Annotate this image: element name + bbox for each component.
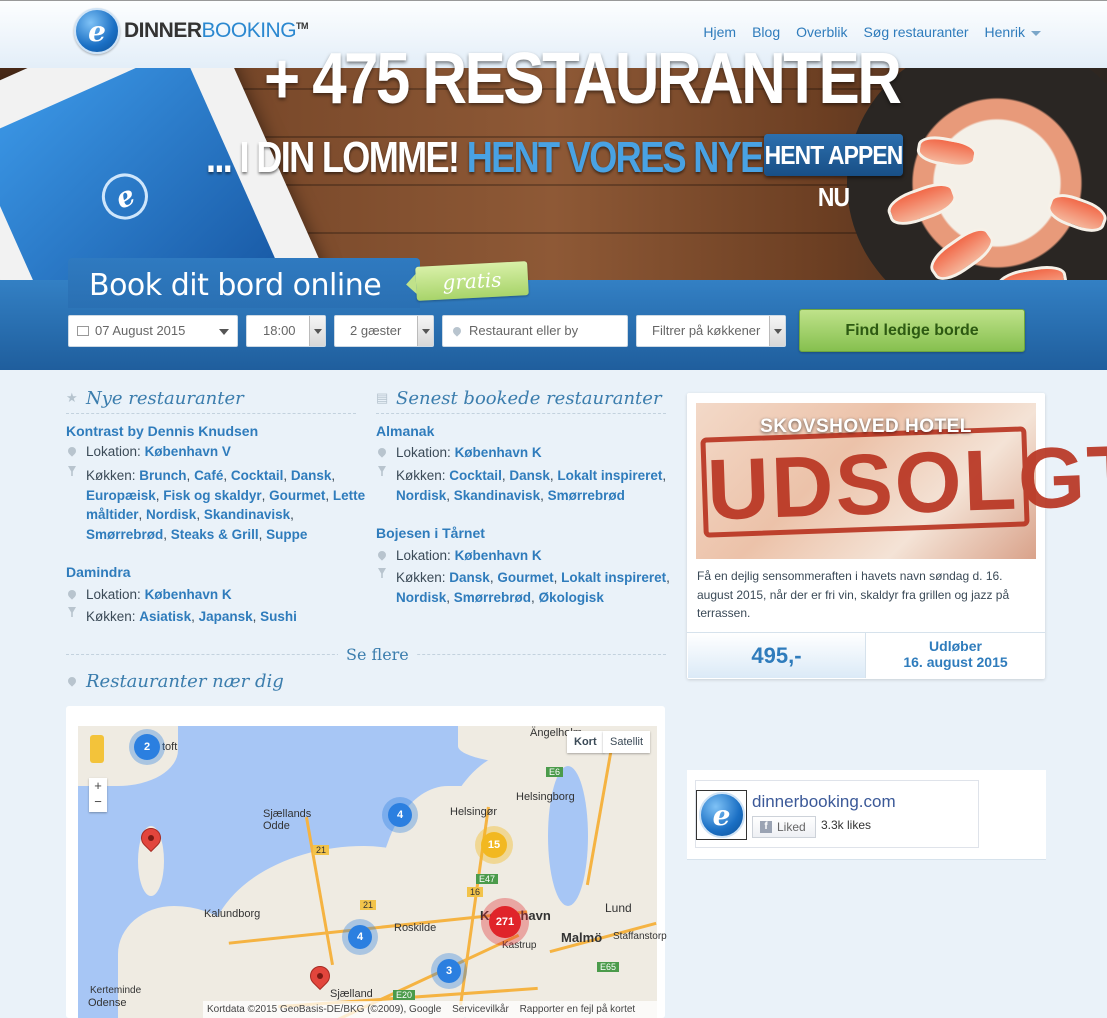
cocktail-glass-icon — [378, 568, 386, 578]
map-type-satellite-button[interactable]: Satellit — [603, 731, 651, 753]
location-pin-icon — [376, 446, 388, 458]
location-link[interactable]: København K — [145, 587, 232, 602]
map-cluster[interactable]: 3 — [437, 959, 461, 983]
map-cluster[interactable]: 15 — [481, 832, 507, 858]
chevron-down-icon — [1031, 30, 1041, 36]
street-view-pegman-icon[interactable] — [90, 735, 104, 763]
logo-icon: e — [698, 792, 745, 838]
location-link[interactable]: København V — [145, 444, 231, 459]
offer-description: Få en dejlig sensommeraften i havets nav… — [697, 569, 1010, 620]
map-cluster[interactable]: 271 — [489, 906, 521, 938]
restaurant-kitchens: Køkken: Cocktail, Dansk, Lokalt inspirer… — [396, 468, 667, 503]
dropdown-arrow-icon — [769, 316, 785, 346]
location-pin-icon — [376, 549, 388, 561]
restaurant-kitchens: Køkken: Dansk, Gourmet, Lokalt inspirere… — [396, 570, 670, 605]
sold-out-stamp: UDSOLGT — [700, 426, 1107, 538]
restaurant-search-input[interactable]: Restaurant eller by — [442, 315, 628, 347]
find-tables-button[interactable]: Find ledige borde — [799, 309, 1025, 352]
restaurant-link-bojesen[interactable]: Bojesen i Tårnet — [376, 525, 485, 541]
kitchen-filter-select[interactable]: Filtrer på køkkener — [636, 315, 786, 347]
dropdown-arrow-icon — [309, 316, 325, 346]
nav-user-menu[interactable]: Henrik — [985, 24, 1041, 40]
location-link[interactable]: København K — [455, 548, 542, 563]
map-cluster[interactable]: 4 — [348, 925, 372, 949]
restaurant-kitchens: Køkken: Brunch, Café, Cocktail, Dansk, E… — [86, 468, 366, 542]
offer-hotel-name: SKOVSHOVED HOTEL — [760, 416, 972, 437]
cocktail-glass-icon — [68, 607, 76, 617]
location-pin-icon — [451, 325, 463, 337]
map-attribution: Kortdata ©2015 GeoBasis-DE/BKG (©2009), … — [203, 1001, 657, 1018]
cocktail-glass-icon — [68, 466, 76, 476]
restaurant-map[interactable] — [78, 726, 657, 1018]
time-select[interactable]: 18:00 — [246, 315, 326, 347]
star-icon: ★ — [66, 390, 78, 405]
restaurant-location: Lokation: København V — [86, 444, 231, 459]
get-app-button[interactable]: HENT APPEN NU — [764, 134, 903, 212]
facebook-like-count: 3.3k likes — [821, 818, 872, 832]
booking-title: Book dit bord online — [89, 268, 382, 303]
app-logo-icon: e — [94, 166, 156, 227]
date-value: 07 August 2015 — [95, 323, 186, 338]
list-icon: ▤ — [376, 390, 389, 405]
restaurant-location: Lokation: København K — [396, 445, 542, 460]
map-type-map-button[interactable]: Kort — [567, 731, 604, 753]
restaurant-link-damindra[interactable]: Damindra — [66, 564, 131, 580]
time-value: 18:00 — [263, 323, 296, 338]
map-cluster[interactable]: 2 — [134, 734, 160, 760]
logo-icon: e — [74, 8, 120, 54]
zoom-in-button[interactable]: + — [89, 778, 107, 794]
facebook-page-link[interactable]: dinnerbooking.com — [752, 792, 896, 812]
cocktail-glass-icon — [378, 466, 386, 476]
offer-price: 495,- — [688, 633, 866, 678]
map-cluster[interactable]: 4 — [388, 803, 412, 827]
guests-value: 2 gæster — [350, 323, 402, 338]
map-zoom-controls: + − — [89, 778, 107, 812]
restaurant-link-almanak[interactable]: Almanak — [376, 423, 434, 439]
calendar-icon — [77, 326, 89, 336]
zoom-out-button[interactable]: − — [89, 794, 107, 810]
terms-link[interactable]: Servicevilkår — [452, 1004, 509, 1015]
section-title-nearby: Restauranter nær dig — [86, 671, 284, 692]
date-picker[interactable]: 07 August 2015 — [68, 315, 238, 347]
location-pin-icon — [66, 588, 78, 600]
section-title-new: Nye restauranter — [86, 388, 244, 409]
kitchen-filter-value: Filtrer på køkkener — [652, 323, 761, 338]
restaurant-link-kontrast[interactable]: Kontrast by Dennis Knudsen — [66, 423, 258, 439]
offer-expiry: Udløber 16. august 2015 — [903, 638, 1008, 670]
banner-subheadline: ... I DIN LOMME! HENT VORES NYE APP — [206, 133, 841, 182]
restaurant-location: Lokation: København K — [86, 587, 232, 602]
search-placeholder: Restaurant eller by — [469, 323, 579, 338]
restaurant-kitchens: Køkken: Asiatisk, Japansk, Sushi — [86, 609, 297, 624]
report-map-error-link[interactable]: Rapporter en fejl på kortet — [520, 1004, 636, 1015]
see-more-link[interactable]: Se flere — [338, 645, 417, 664]
location-pin-icon — [66, 675, 78, 687]
location-link[interactable]: København K — [455, 445, 542, 460]
chevron-down-icon — [219, 329, 229, 335]
restaurant-location: Lokation: København K — [396, 548, 542, 563]
user-name: Henrik — [984, 24, 1025, 40]
dropdown-arrow-icon — [417, 316, 433, 346]
banner-headline: + 475 RESTAURANTER — [264, 39, 902, 119]
facebook-avatar[interactable]: e — [696, 790, 747, 840]
free-badge: gratis — [415, 261, 529, 301]
guests-select[interactable]: 2 gæster — [334, 315, 434, 347]
location-pin-icon — [66, 445, 78, 457]
section-title-recent: Senest bookede restauranter — [396, 388, 662, 409]
facebook-like-button[interactable]: Liked — [752, 816, 816, 838]
